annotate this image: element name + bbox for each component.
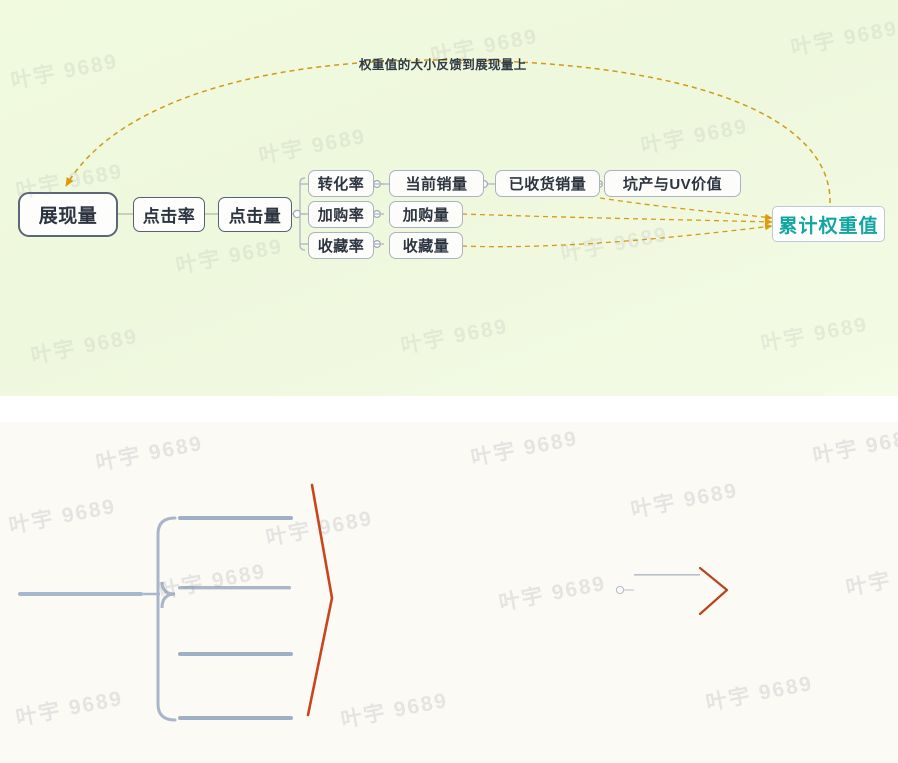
weight-flow-diagram-panel: 权重值的大小反馈到展现量上 展现量 点击率 点击量 转化率 加购率 收藏率 当前… (0, 0, 898, 396)
node-addcart-rate[interactable]: 加购率 (308, 201, 374, 228)
slot-value-diagram-panel: 坑产值 小时坑产值 日坑产值 周坑产值 月坑产值 小时坑产》日坑产》周坑产》月坑… (0, 422, 898, 763)
node-addcart-count[interactable]: 加购量 (389, 201, 463, 228)
node-favorite-rate[interactable]: 收藏率 (308, 232, 374, 259)
node-impressions[interactable]: 展现量 (18, 192, 118, 237)
node-click-rate[interactable]: 点击率 (133, 197, 205, 232)
node-current-sales[interactable]: 当前销量 (389, 170, 484, 197)
feedback-arc-label: 权重值的大小反馈到展现量上 (359, 58, 527, 72)
node-conversion-rate[interactable]: 转化率 (308, 170, 374, 197)
node-slot-uv-value[interactable]: 坑产与UV价值 (604, 170, 741, 197)
node-cumulative-weight[interactable]: 累计权重值 (772, 206, 885, 242)
bottom-connectors-svg (18, 483, 729, 722)
node-clicks[interactable]: 点击量 (218, 197, 292, 232)
panel-separator (0, 396, 898, 422)
node-favorite-count[interactable]: 收藏量 (389, 232, 463, 259)
node-received-sales[interactable]: 已收货销量 (495, 170, 600, 197)
